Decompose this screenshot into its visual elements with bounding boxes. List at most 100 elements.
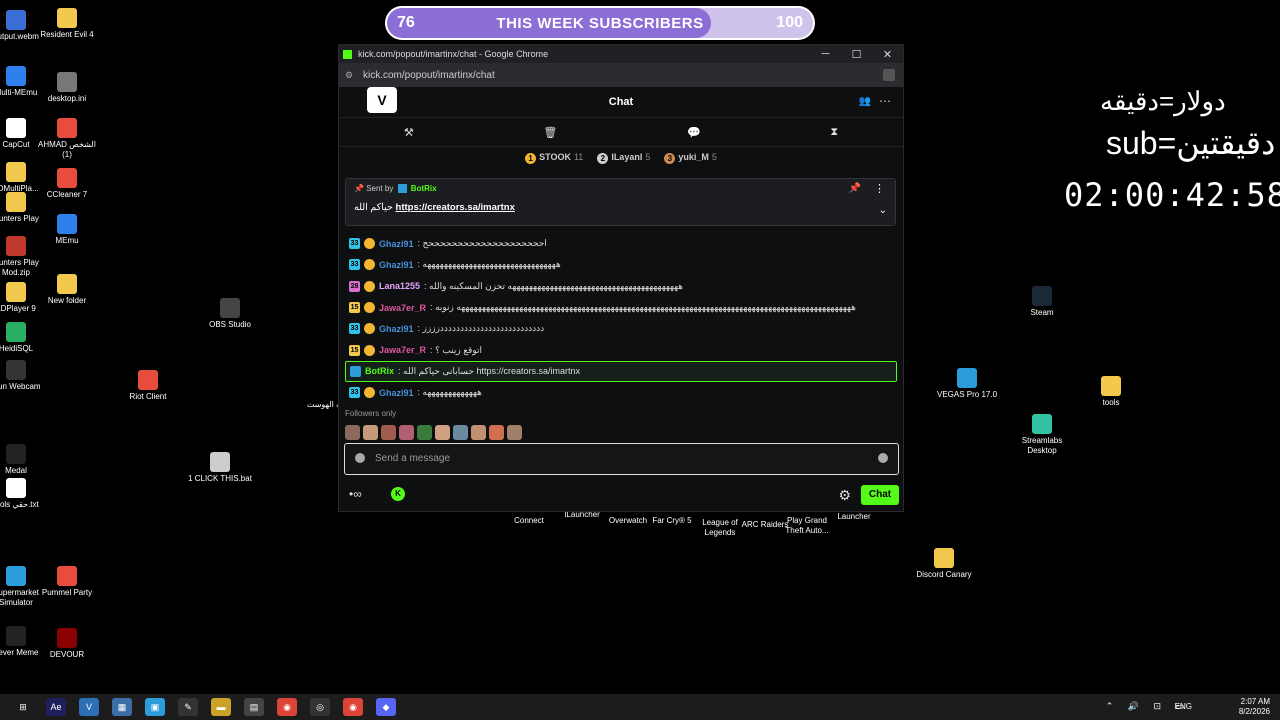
gear-icon[interactable]: ⚙ [838,487,851,504]
chat-message[interactable]: 33 Ghazi91: ددددددددددددددددددددددددددززز… [345,318,897,339]
desktop-icon-left-18[interactable]: Pummel Party [35,566,99,598]
desktop-icon-left-3[interactable]: desktop.ini [35,72,99,104]
taskbar-app-icon[interactable]: ▦ [112,698,132,716]
desktop-icon-left-1[interactable]: Resident Evil 4 [35,8,99,40]
desktop-icon-left-14[interactable]: Iriun Webcam [0,360,48,392]
desktop-icon-left-5[interactable]: AHMAD الشخص (1) [35,118,99,160]
desktop-icon-left-15[interactable]: Medal [0,444,48,476]
desktop-shortcut-label[interactable]: Play Grand Theft Auto... [782,516,832,536]
desktop-icon-right-2[interactable]: tools [1079,376,1143,408]
desktop-icon-left-10[interactable]: Hunters Play Mod.zip [0,236,48,278]
leaderboard-entry[interactable]: 1 STOOK 11 [525,152,583,164]
clock[interactable]: 2:07 AM 8/2/2026 [1239,697,1270,717]
users-icon[interactable]: 👥 [859,96,871,107]
chat-username[interactable]: Jawa7er_R [379,303,426,313]
desktop-icon-left-12[interactable]: New folder [35,274,99,306]
desktop-icon-right-4[interactable]: Discord Canary [912,548,976,580]
chat-username[interactable]: Ghazi91 [379,388,414,398]
desktop-shortcut-label[interactable]: Far Cry® 5 [647,516,697,526]
pinned-more-icon[interactable]: ⋮ [874,182,885,195]
kick-favicon-icon [343,49,352,59]
chat-username[interactable]: Ghazi91 [379,239,414,249]
taskbar-app-icon[interactable]: Ae [46,698,66,716]
address-bar[interactable]: ⚙ kick.com/popout/imartinx/chat [339,63,903,87]
desktop-icon-label: Medal [5,466,27,475]
unpin-icon[interactable]: 📌 [849,183,861,194]
hourglass-icon[interactable]: ⧗ [830,126,838,139]
chat-message[interactable]: 33 Ghazi91: ههههههههههههههههههههههههههههه… [345,254,897,275]
chat-input[interactable]: Send a message [344,443,899,475]
emote-icon[interactable] [453,425,468,440]
ban-hammer-icon[interactable]: ⚒ [404,126,414,139]
send-chat-button[interactable]: Chat [861,485,899,505]
chat-message[interactable]: 33 Ghazi91: هههههههههههههه [345,382,897,403]
desktop-icon-right-3[interactable]: Streamlabs Desktop [1010,414,1074,456]
chat-username[interactable]: Jawa7er_R [379,345,426,355]
desktop-icon-left-16[interactable]: tools حقي.txt [0,478,48,510]
chat-message[interactable]: 28 Lana1255: هههههههههههههههههههههههههههه… [345,276,897,297]
desktop-icon-right-1[interactable]: VEGAS Pro 17.0 [935,368,999,400]
chat-username[interactable]: Ghazi91 [379,324,414,334]
taskbar-app-icon[interactable]: ✎ [178,698,198,716]
more-options-icon[interactable]: ⋯ [879,94,891,108]
desktop-icon-left-22[interactable]: Riot Client [116,370,180,402]
emote-picker-left-icon[interactable] [355,453,365,463]
pinned-bot-name[interactable]: BotRix [411,184,437,193]
emote-icon[interactable] [363,425,378,440]
emote-icon[interactable] [399,425,414,440]
taskbar-app-icon[interactable]: ▤ [244,698,264,716]
rank-badge-icon: 1 [525,152,537,164]
taskbar-app-icon[interactable]: ▣ [145,698,165,716]
emoji-icon[interactable] [878,453,888,463]
taskbar-app-icon[interactable]: ◉ [343,698,363,716]
site-info-icon[interactable]: ⚙ [345,70,355,80]
chevron-down-icon[interactable]: ⌄ [879,205,887,216]
desktop-shortcut-label[interactable]: League of Legends [695,518,745,538]
desktop-app-icon [57,118,77,138]
emote-icon[interactable] [435,425,450,440]
chat-username[interactable]: Ghazi91 [379,260,414,270]
emote-icon[interactable] [471,425,486,440]
desktop-icon-label: Iriun Webcam [0,382,41,391]
chat-message[interactable]: 15 Jawa7er_R: ههههههههههههههههههههههههههه… [345,297,897,318]
chat-username[interactable]: BotRix [365,366,394,376]
chat-message[interactable]: BotRix: حسابانى حياكم الله https://creat… [345,360,897,383]
chat-message[interactable]: 33 Ghazi91: اححححححححححححححححححححح [345,233,897,254]
leaderboard-entry[interactable]: 2 ILayanI 5 [597,152,650,164]
desktop-shortcut-label[interactable]: Overwatch [603,516,653,526]
language-indicator[interactable]: ENG [1175,702,1192,711]
kick-badge-icon[interactable]: K [391,487,405,501]
emote-icon[interactable] [345,425,360,440]
emote-icon[interactable] [381,425,396,440]
emote-icon[interactable] [507,425,522,440]
minimize-button[interactable]: ─ [810,48,841,61]
taskbar-app-icon[interactable]: ◎ [310,698,330,716]
chat-message[interactable]: 15 Jawa7er_R: اتوقع زينب ؟ [345,339,897,360]
taskbar-app-icon[interactable]: V [79,698,99,716]
emote-icon[interactable] [489,425,504,440]
close-button[interactable]: ✕ [872,48,903,61]
chat-bubble-icon[interactable]: 💬 [687,126,701,139]
trash-icon[interactable]: 🗑 [543,126,557,139]
chat-username[interactable]: Lana1255 [379,281,420,291]
taskbar-app-icon[interactable]: ◆ [376,698,396,716]
translate-icon[interactable] [883,69,895,81]
desktop-icon-left-13[interactable]: HeidiSQL [0,322,48,354]
desktop-icon-left-20[interactable]: DEVOUR [35,628,99,660]
leader-count: 5 [711,152,717,163]
taskbar-app-icon[interactable]: ◉ [277,698,297,716]
desktop-icon-left-21[interactable]: OBS Studio [198,298,262,330]
desktop-icon-left-23[interactable]: 1 CLICK THIS.bat [188,452,252,484]
maximize-button[interactable]: ☐ [841,48,872,61]
pinned-link[interactable]: https://creators.sa/imartnx [396,202,515,213]
start-button-icon[interactable]: ⊞ [13,698,33,716]
taskbar-app-icon[interactable]: ▬ [211,698,231,716]
channel-points-icon[interactable]: •∞ [349,487,362,501]
emote-icon[interactable] [417,425,432,440]
leaderboard-entry[interactable]: 3 yuki_M 5 [664,152,717,164]
desktop-icon-right-0[interactable]: Steam [1010,286,1074,318]
desktop-shortcut-label[interactable]: Connect [504,516,554,526]
desktop-icon-label: 1 CLICK THIS.bat [188,474,252,483]
chat-text: : هههههههههههههههههههههههههههههههههههههه… [424,280,684,291]
desktop-shortcut-label[interactable]: Launcher [829,512,879,522]
